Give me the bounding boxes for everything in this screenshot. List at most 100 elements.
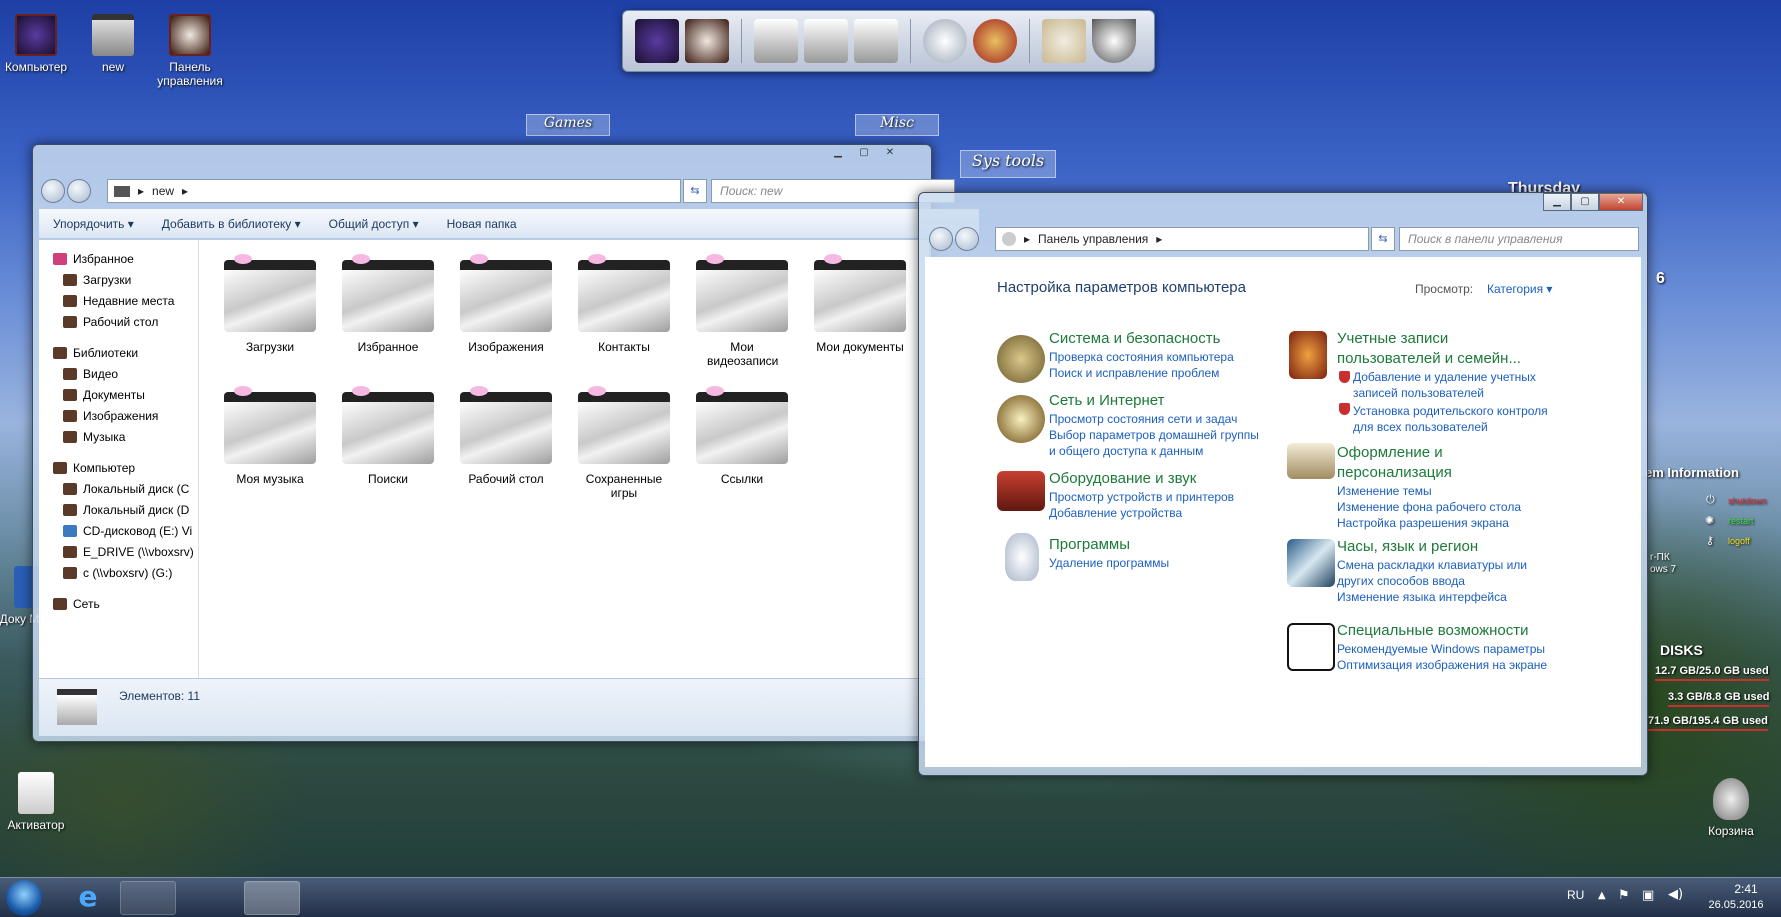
category-heading[interactable]: Учетные записи: [1337, 329, 1548, 349]
volume-icon[interactable]: ◀): [1668, 887, 1683, 902]
refresh-button[interactable]: ⇆: [683, 179, 707, 203]
bowl-icon[interactable]: [1092, 19, 1136, 63]
desktop-icon-computer[interactable]: Компьютер: [0, 14, 76, 74]
task-link[interactable]: Просмотр состояния сети и задач: [1049, 411, 1259, 427]
minimize-button[interactable]: ▁: [1543, 193, 1571, 211]
nav-item-images[interactable]: Изображения: [53, 405, 198, 426]
breadcrumb[interactable]: new: [152, 184, 174, 198]
documents-folder-icon[interactable]: [754, 19, 798, 63]
folder-item[interactable]: Моя музыка: [215, 386, 325, 486]
nav-item-desktop[interactable]: Рабочий стол: [53, 311, 198, 332]
folder-item[interactable]: Ссылки: [687, 386, 797, 486]
flag-icon[interactable]: ⚑: [1618, 888, 1630, 903]
address-bar[interactable]: ▸ Панель управления ▸: [995, 227, 1369, 251]
nav-item-network[interactable]: Сеть: [53, 593, 198, 614]
folder-item[interactable]: Загрузки: [215, 254, 325, 354]
view-select[interactable]: Категория ▾: [1487, 282, 1552, 296]
nav-item-libraries[interactable]: Библиотеки: [53, 342, 198, 363]
key-icon[interactable]: ⚷: [1706, 534, 1714, 547]
media-player-icon[interactable]: [180, 881, 236, 915]
tray-expand-icon[interactable]: ▲: [1598, 890, 1606, 901]
organize-button[interactable]: Упорядочить ▾: [39, 217, 148, 231]
nav-item-e-drive[interactable]: E_DRIVE (\\vboxsrv): [53, 541, 198, 562]
task-link[interactable]: Добавление и удаление учетных: [1337, 369, 1548, 385]
task-link[interactable]: записей пользователей: [1337, 385, 1548, 401]
task-link[interactable]: Изменение темы: [1337, 483, 1521, 499]
nav-item-favorites[interactable]: Избранное: [53, 248, 198, 269]
category-heading[interactable]: Специальные возможности: [1337, 621, 1547, 641]
task-link[interactable]: и общего доступа к данным: [1049, 443, 1259, 459]
folder-item[interactable]: Поиски: [333, 386, 443, 486]
restart-link[interactable]: restart: [1728, 516, 1754, 526]
fence-misc-label[interactable]: Misc: [855, 114, 939, 136]
category-heading[interactable]: пользователей и семейн...: [1337, 349, 1548, 369]
fence-games-label[interactable]: Games: [526, 114, 610, 136]
explorer-taskbar-icon[interactable]: [120, 881, 176, 915]
category-heading[interactable]: персонализация: [1337, 463, 1521, 483]
music-folder-icon[interactable]: [854, 19, 898, 63]
task-link[interactable]: Поиск и исправление проблем: [1049, 365, 1234, 381]
nav-item-downloads[interactable]: Загрузки: [53, 269, 198, 290]
logoff-link[interactable]: logoff: [1728, 536, 1750, 546]
back-button[interactable]: [929, 227, 953, 251]
task-link[interactable]: Рекомендуемые Windows параметры: [1337, 641, 1547, 657]
gear-icon[interactable]: ✺: [1705, 514, 1714, 527]
images-folder-icon[interactable]: [804, 19, 848, 63]
task-link[interactable]: Выбор параметров домашней группы: [1049, 427, 1259, 443]
close-button[interactable]: ✕: [1599, 193, 1643, 211]
control-panel-icon[interactable]: [685, 19, 729, 63]
task-link[interactable]: Удаление программы: [1049, 555, 1169, 571]
desktop-icon-activator[interactable]: Активатор: [0, 772, 76, 832]
nav-item-cd-drive[interactable]: CD-дисковод (E:) Vi: [53, 520, 198, 541]
nav-item-documents[interactable]: Документы: [53, 384, 198, 405]
desktop-icon-new[interactable]: new: [73, 14, 153, 74]
task-link[interactable]: Оптимизация изображения на экране: [1337, 657, 1547, 673]
language-indicator[interactable]: RU: [1567, 888, 1584, 902]
task-link[interactable]: других способов ввода: [1337, 573, 1527, 589]
refresh-button[interactable]: ⇆: [1371, 227, 1395, 251]
nav-item-disk-c[interactable]: Локальный диск (C: [53, 478, 198, 499]
task-link[interactable]: Изменение фона рабочего стола: [1337, 499, 1521, 515]
maximize-button[interactable]: ▢: [851, 145, 877, 163]
nav-item-video[interactable]: Видео: [53, 363, 198, 384]
share-button[interactable]: Общий доступ ▾: [315, 217, 433, 231]
forward-button[interactable]: [955, 227, 979, 251]
power-icon[interactable]: ⏻: [1706, 494, 1715, 507]
desktop-icon-control-panel[interactable]: Панель управления: [149, 14, 231, 88]
clock-date[interactable]: 26.05.2016: [1696, 899, 1776, 911]
folder-item[interactable]: Мои документы: [805, 254, 915, 354]
hexagons-icon[interactable]: [1042, 19, 1086, 63]
category-heading[interactable]: Оборудование и звук: [1049, 469, 1234, 489]
nav-item-disk-d[interactable]: Локальный диск (D: [53, 499, 198, 520]
nav-item-recent[interactable]: Недавние места: [53, 290, 198, 311]
task-link[interactable]: для всех пользователей: [1337, 419, 1548, 435]
folder-item[interactable]: Мои видеозаписи: [687, 254, 797, 368]
maximize-button[interactable]: ▢: [1571, 193, 1599, 211]
folder-item[interactable]: Контакты: [569, 254, 679, 354]
task-link[interactable]: Установка родительского контроля: [1337, 403, 1548, 419]
compass-icon[interactable]: [923, 19, 967, 63]
new-folder-button[interactable]: Новая папка: [433, 217, 531, 231]
network-tray-icon[interactable]: ▣: [1642, 888, 1654, 903]
nav-item-c-share[interactable]: c (\\vboxsrv) (G:): [53, 562, 198, 583]
fence-sys-tools-label[interactable]: Sys tools: [960, 150, 1056, 178]
search-input[interactable]: Поиск в панели управления: [1399, 227, 1639, 251]
task-link[interactable]: Проверка состояния компьютера: [1049, 349, 1234, 365]
minimize-button[interactable]: ▁: [825, 145, 851, 163]
forward-button[interactable]: [67, 179, 91, 203]
task-link[interactable]: Просмотр устройств и принтеров: [1049, 489, 1234, 505]
nav-item-music[interactable]: Музыка: [53, 426, 198, 447]
category-heading[interactable]: Оформление и: [1337, 443, 1521, 463]
clock-time[interactable]: 2:41: [1716, 882, 1776, 896]
add-to-library-button[interactable]: Добавить в библиотеку ▾: [148, 217, 315, 231]
computer-icon[interactable]: [635, 19, 679, 63]
category-heading[interactable]: Сеть и Интернет: [1049, 391, 1259, 411]
task-link[interactable]: Изменение языка интерфейса: [1337, 589, 1527, 605]
nav-item-computer[interactable]: Компьютер: [53, 457, 198, 478]
back-button[interactable]: [41, 179, 65, 203]
folder-item[interactable]: Сохраненные игры: [569, 386, 679, 500]
address-bar[interactable]: ▸ new ▸: [107, 179, 681, 203]
close-button[interactable]: ✕: [877, 145, 903, 163]
start-button[interactable]: [6, 880, 42, 916]
desktop-icon-recycle-bin[interactable]: Корзина: [1691, 778, 1771, 838]
